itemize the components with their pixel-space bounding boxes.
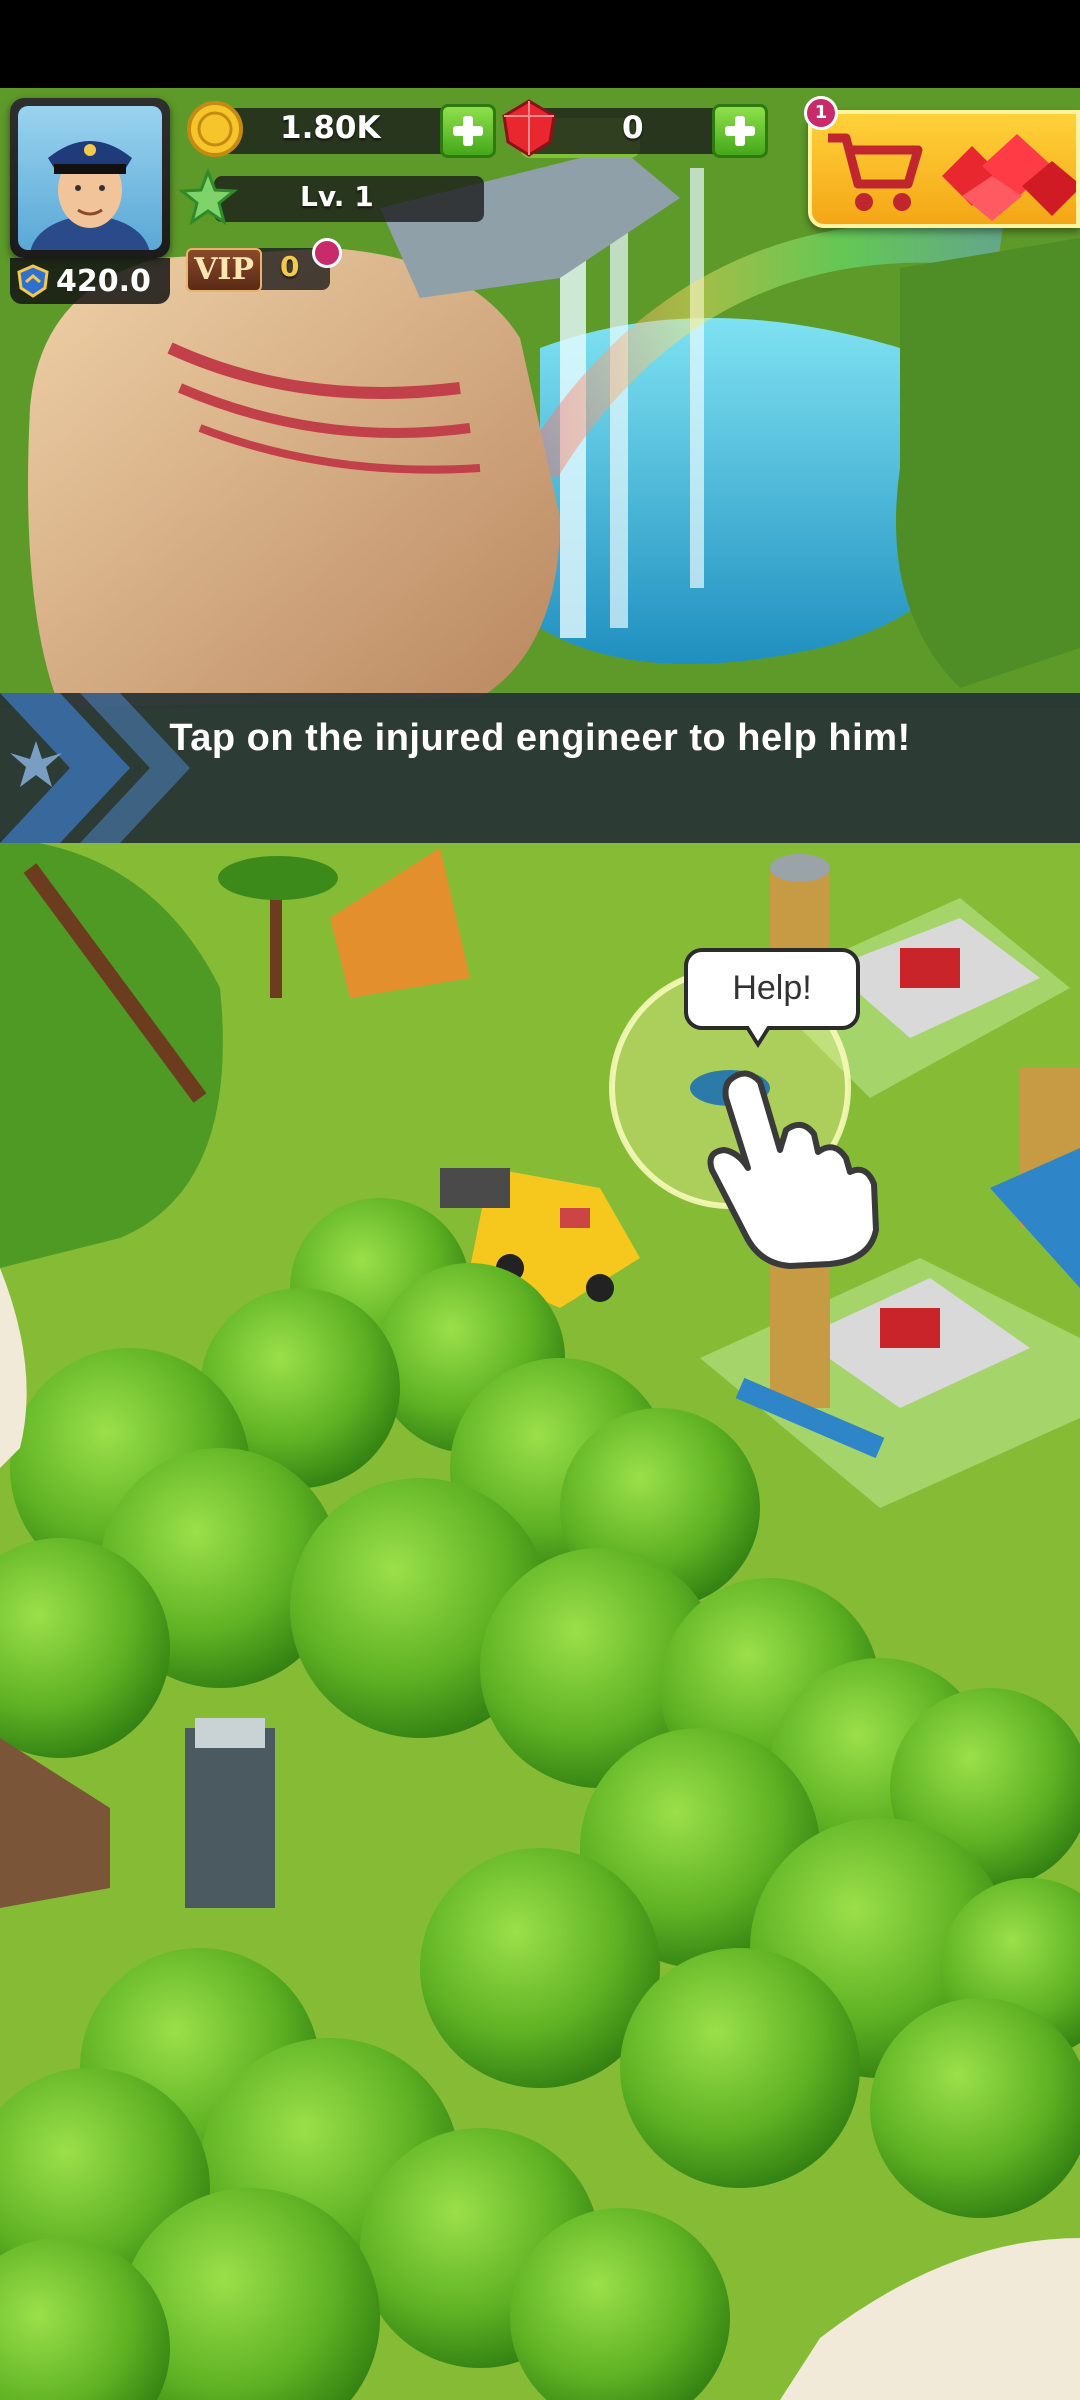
coins-value: 1.80K [280,110,381,146]
shop-notification-badge: 1 [804,96,838,130]
vip-badge[interactable]: VIP [186,248,262,292]
level-value: Lv. 1 [300,180,374,213]
captain-portrait [18,106,162,250]
tap-hand-icon [707,1070,879,1269]
star-icon [178,168,238,226]
tutorial-banner: Tap on the injured engineer to help him! [0,693,1080,843]
vip-notification-dot [312,238,342,268]
watch-tower [185,1718,275,1908]
coin-icon [187,101,243,157]
vip-points: 0 [280,250,300,283]
gems-value: 0 [622,110,644,146]
game-world-map[interactable] [0,88,1080,2400]
shopping-cart-icon [828,133,923,211]
add-gems-button[interactable] [712,104,768,158]
gem-pile-icon [942,134,1076,221]
gem-icon [502,99,556,157]
help-speech-bubble: Help! [684,948,860,1048]
add-coins-button[interactable] [440,104,496,158]
status-bar [0,0,1080,88]
power-value: 420.0 [56,263,151,299]
player-avatar[interactable] [10,98,170,258]
game-screen: 420.0 1.80K 0 Lv. 1 VIP 0 1 Tap on the i… [0,0,1080,2400]
shop-button[interactable] [808,110,1080,228]
power-rating: 420.0 [10,258,170,304]
tutorial-instruction: Tap on the injured engineer to help him! [169,717,911,759]
shield-rank-icon [17,264,49,298]
